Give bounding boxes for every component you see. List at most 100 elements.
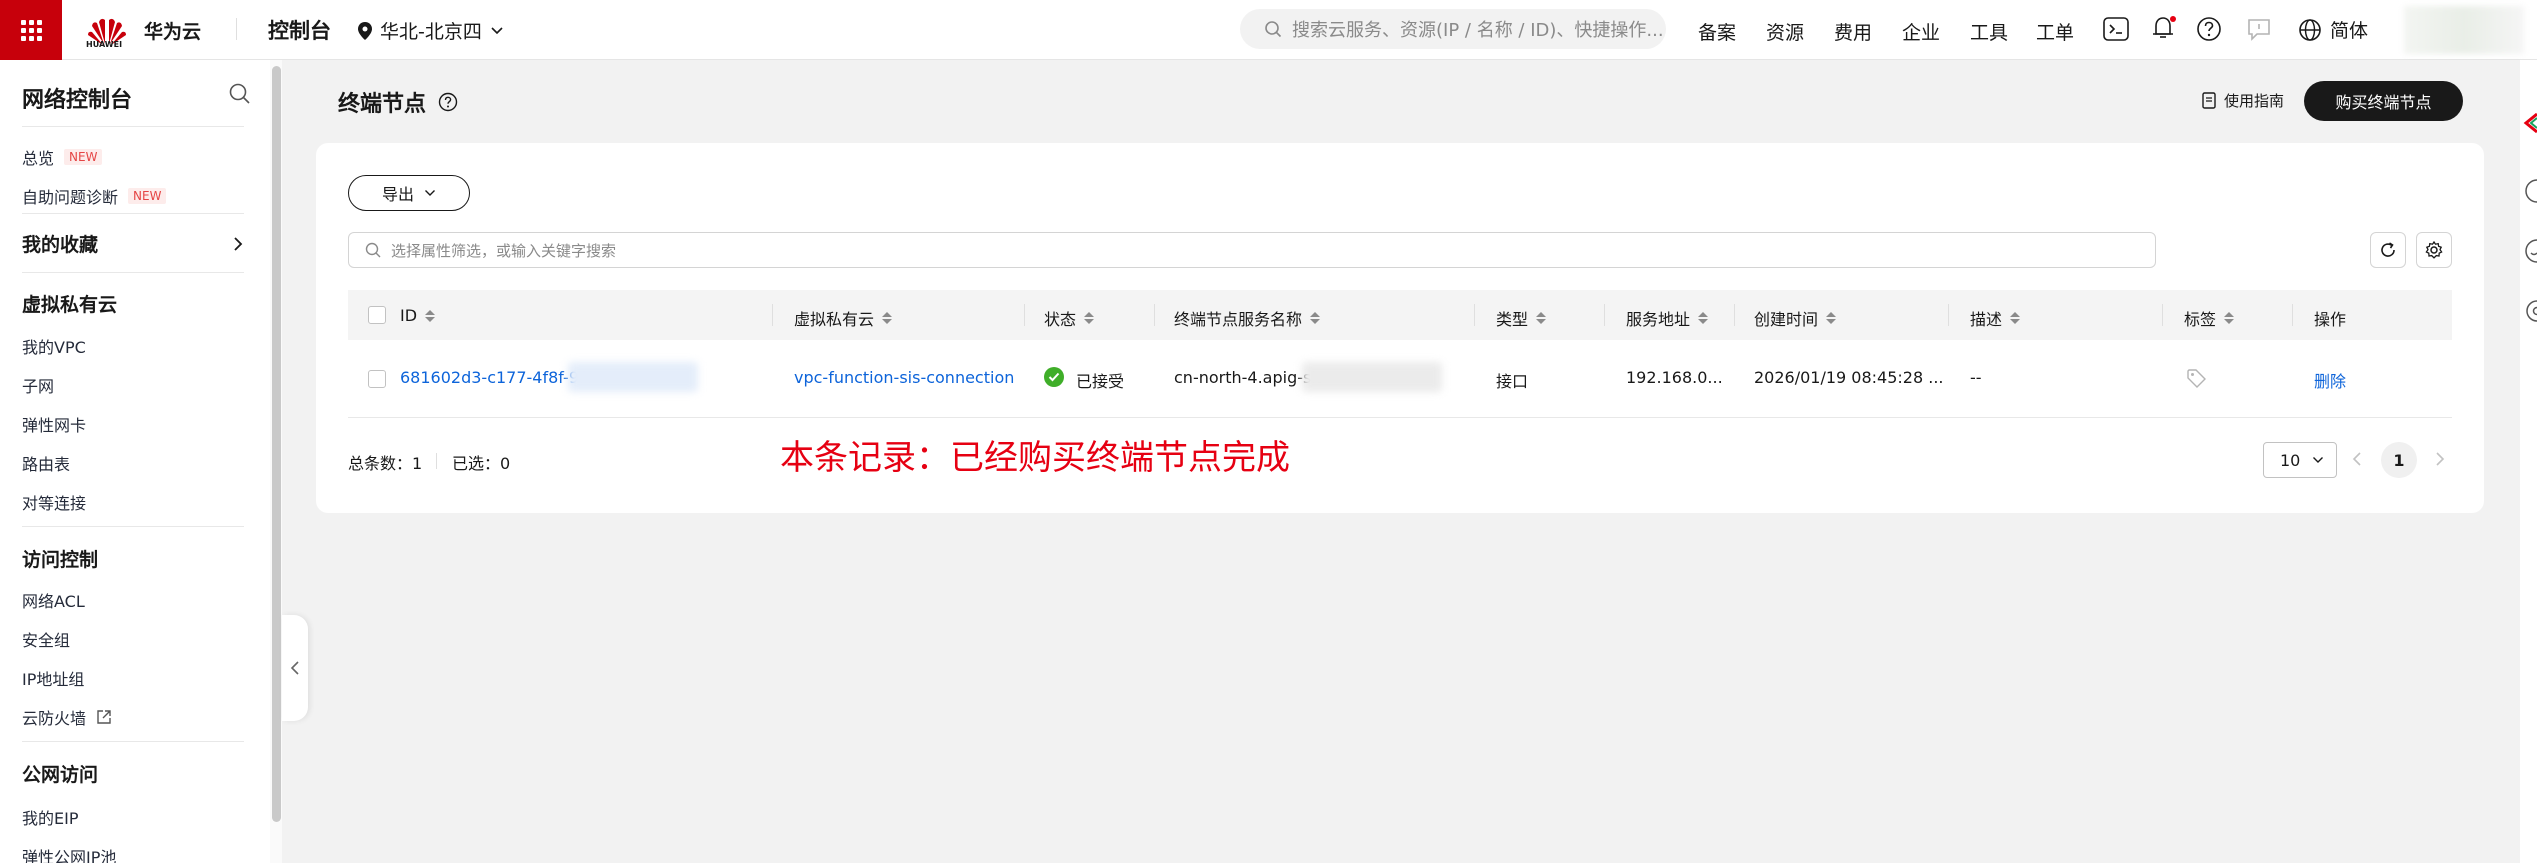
- location-pin-icon: [358, 21, 372, 40]
- page-title-text: 终端节点: [338, 92, 427, 117]
- sidebar-item-label: 总览: [22, 149, 55, 168]
- nav-enterprise[interactable]: 企业: [1902, 18, 1940, 45]
- customer-service-icon[interactable]: [2524, 238, 2537, 264]
- chevron-right-icon: [234, 236, 243, 251]
- sidebar-item-subnet[interactable]: 子网: [22, 373, 54, 397]
- language-switch[interactable]: 简体: [2298, 16, 2368, 43]
- help-icon[interactable]: [2524, 178, 2537, 204]
- nav-beian[interactable]: 备案: [1698, 18, 1736, 45]
- globe-icon: [2299, 18, 2321, 41]
- sidebar-section-access-control: 访问控制: [22, 549, 99, 571]
- tag-icon[interactable]: [2186, 368, 2206, 388]
- notification-bell-icon[interactable]: [2150, 14, 2178, 42]
- nav-tickets[interactable]: 工单: [2036, 18, 2074, 45]
- divider: [22, 526, 244, 527]
- divider: [22, 741, 244, 742]
- search-icon[interactable]: [228, 82, 252, 106]
- export-button[interactable]: 导出: [348, 175, 470, 211]
- feedback-icon[interactable]: [2246, 16, 2272, 42]
- console-link[interactable]: 控制台: [268, 15, 331, 45]
- delete-button[interactable]: 删除: [2314, 368, 2346, 392]
- column-label: ID: [400, 306, 418, 325]
- column-header-vpc[interactable]: 虚拟私有云: [794, 306, 893, 330]
- column-label: 标签: [2184, 310, 2217, 329]
- column-header-description[interactable]: 描述: [1970, 306, 2021, 330]
- sidebar-item-ip-group[interactable]: IP地址组: [22, 666, 84, 690]
- sidebar-section-public-access: 公网访问: [22, 764, 99, 786]
- nav-tools[interactable]: 工具: [1970, 18, 2008, 45]
- sidebar-item-security-group[interactable]: 安全组: [22, 627, 70, 651]
- nav-resources[interactable]: 资源: [1766, 18, 1804, 45]
- search-icon: [365, 242, 381, 258]
- service-list-menu-button[interactable]: [0, 0, 62, 60]
- sort-icon: [2010, 312, 2021, 324]
- sidebar-collapse-button[interactable]: [282, 615, 308, 721]
- sidebar-section-vpc: 虚拟私有云: [22, 294, 118, 316]
- column-header-address[interactable]: 服务地址: [1626, 306, 1709, 330]
- sidebar-item-cloud-firewall[interactable]: 云防火墙: [22, 705, 112, 729]
- column-divider: [2162, 304, 2163, 326]
- current-page-button[interactable]: 1: [2381, 442, 2417, 478]
- external-link-icon: [97, 710, 111, 724]
- sidebar-favorites-label: 我的收藏: [22, 234, 99, 256]
- help-icon[interactable]: [2196, 16, 2222, 42]
- column-header-type[interactable]: 类型: [1496, 306, 1547, 330]
- column-divider: [1604, 304, 1605, 326]
- huawei-logo-text: HUAWEI: [86, 40, 123, 49]
- right-floating-toolbar: [2520, 60, 2537, 863]
- page-title: 终端节点: [338, 86, 458, 118]
- user-account-blurred[interactable]: [2404, 6, 2524, 54]
- table-settings-button[interactable]: [2416, 232, 2452, 268]
- user-guide-link[interactable]: 使用指南: [2202, 90, 2284, 111]
- page-size-select[interactable]: 10: [2263, 442, 2337, 478]
- column-header-actions: 操作: [2314, 310, 2347, 329]
- prev-page-icon[interactable]: [2351, 450, 2363, 468]
- divider: [236, 18, 237, 40]
- refresh-button[interactable]: [2370, 232, 2406, 268]
- sort-icon: [1698, 312, 1709, 324]
- vpc-link[interactable]: vpc-function-sis-connection: [794, 368, 1014, 387]
- row-checkbox[interactable]: [368, 370, 386, 388]
- buy-endpoint-button[interactable]: 购买终端节点: [2304, 81, 2463, 121]
- filter-search-input[interactable]: 选择属性筛选，或输入关键字搜索: [348, 232, 2156, 268]
- sidebar-item-my-eip[interactable]: 我的EIP: [22, 805, 78, 829]
- sidebar-item-route-table[interactable]: 路由表: [22, 451, 70, 475]
- sidebar-item-overview[interactable]: 总览 NEW: [22, 145, 103, 169]
- column-header-service-name[interactable]: 终端节点服务名称: [1174, 306, 1321, 330]
- nav-billing[interactable]: 费用: [1834, 18, 1872, 45]
- sidebar-item-eni[interactable]: 弹性网卡: [22, 412, 86, 436]
- next-page-icon[interactable]: [2434, 450, 2446, 468]
- brand-name[interactable]: 华为云: [144, 17, 201, 44]
- page-size-value: 10: [2280, 450, 2301, 470]
- chevron-down-icon: [425, 190, 435, 196]
- column-label: 终端节点服务名称: [1174, 310, 1303, 329]
- column-header-status[interactable]: 状态: [1044, 306, 1095, 330]
- blurred-service-suffix: [1302, 362, 1442, 392]
- sidebar-item-eip-pool[interactable]: 弹性公网IP池: [22, 844, 116, 863]
- column-header-created[interactable]: 创建时间: [1754, 306, 1837, 330]
- search-placeholder: 搜索云服务、资源(IP / 名称 / ID)、快捷操作...: [1292, 20, 1664, 41]
- sidebar-item-diagnosis[interactable]: 自助问题诊断 NEW: [22, 184, 167, 208]
- top-navigation-bar: HUAWEI 华为云 控制台 华北-北京四 搜索云服务、资源(IP / 名称 /…: [0, 0, 2537, 60]
- cloud-shell-icon[interactable]: [2103, 17, 2129, 41]
- help-icon[interactable]: [438, 92, 458, 112]
- sidebar-scrollbar-thumb[interactable]: [272, 66, 281, 822]
- created-time: 2026/01/19 08:45:28 ...: [1754, 368, 1944, 387]
- promotion-icon[interactable]: [2522, 112, 2537, 134]
- column-header-id[interactable]: ID: [400, 306, 436, 325]
- gear-icon[interactable]: [2524, 298, 2537, 324]
- sidebar-item-peering[interactable]: 对等连接: [22, 490, 86, 514]
- service-address: 192.168.0...: [1626, 368, 1723, 387]
- column-label: 创建时间: [1754, 310, 1819, 329]
- global-search-input[interactable]: 搜索云服务、资源(IP / 名称 / ID)、快捷操作...: [1240, 9, 1666, 49]
- region-selector[interactable]: 华北-北京四: [358, 17, 504, 44]
- endpoint-id-link[interactable]: 681602d3-c177-4f8f-9f8: [400, 368, 595, 387]
- column-divider: [1948, 304, 1949, 326]
- sidebar-item-network-acl[interactable]: 网络ACL: [22, 588, 85, 612]
- column-header-tags[interactable]: 标签: [2184, 306, 2235, 330]
- blurred-id-suffix: [568, 362, 698, 392]
- sidebar-item-my-vpc[interactable]: 我的VPC: [22, 334, 86, 358]
- select-all-checkbox[interactable]: [368, 306, 386, 324]
- type-text: 接口: [1496, 372, 1529, 391]
- sidebar-favorites[interactable]: 我的收藏: [22, 230, 244, 257]
